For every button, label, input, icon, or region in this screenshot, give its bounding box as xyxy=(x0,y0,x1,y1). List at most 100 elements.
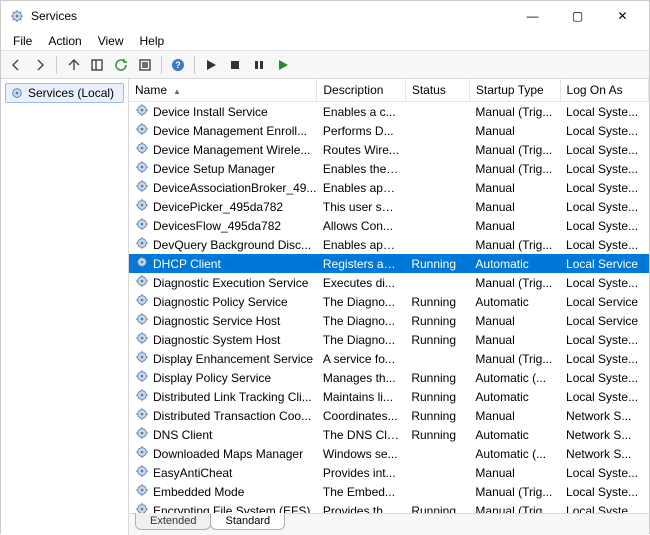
service-name-cell: Diagnostic Service Host xyxy=(129,311,317,330)
table-row[interactable]: Display Policy ServiceManages th...Runni… xyxy=(129,368,649,387)
help-icon[interactable]: ? xyxy=(167,54,189,76)
service-name-cell: Encrypting File System (EFS) xyxy=(129,501,317,513)
table-row[interactable]: Downloaded Maps ManagerWindows se...Auto… xyxy=(129,444,649,463)
service-logon-cell: Local Syste... xyxy=(560,121,648,140)
service-startup-cell: Manual (Trig... xyxy=(469,159,560,178)
service-status-cell xyxy=(405,216,469,235)
table-row[interactable]: Diagnostic System HostThe Diagno...Runni… xyxy=(129,330,649,349)
service-name-label: DevicePicker_495da782 xyxy=(153,200,283,214)
service-gear-icon xyxy=(135,274,149,291)
table-row[interactable]: Display Enhancement ServiceA service fo.… xyxy=(129,349,649,368)
col-startup[interactable]: Startup Type xyxy=(469,79,560,102)
table-row[interactable]: DevicesFlow_495da782Allows Con...ManualL… xyxy=(129,216,649,235)
table-row[interactable]: Diagnostic Execution ServiceExecutes di.… xyxy=(129,273,649,292)
menu-help[interactable]: Help xyxy=(132,32,173,50)
service-startup-cell: Manual xyxy=(469,330,560,349)
table-row[interactable]: Device Install ServiceEnables a c...Manu… xyxy=(129,102,649,122)
service-gear-icon xyxy=(135,103,149,120)
col-status[interactable]: Status xyxy=(405,79,469,102)
up-icon[interactable] xyxy=(62,54,84,76)
stop-icon[interactable] xyxy=(224,54,246,76)
tab-extended[interactable]: Extended xyxy=(135,513,211,530)
tree-root-services-local[interactable]: Services (Local) xyxy=(5,83,124,103)
title-bar: Services — ▢ ✕ xyxy=(1,1,649,31)
service-name-label: DNS Client xyxy=(153,428,212,442)
service-desc-cell: Enables the ... xyxy=(317,159,405,178)
service-desc-cell: Performs D... xyxy=(317,121,405,140)
tab-standard[interactable]: Standard xyxy=(210,513,285,530)
table-row[interactable]: Diagnostic Policy ServiceThe Diagno...Ru… xyxy=(129,292,649,311)
service-name-label: DeviceAssociationBroker_49... xyxy=(153,181,316,195)
services-list-scroll[interactable]: Name▲ Description Status Startup Type Lo… xyxy=(129,79,649,513)
service-gear-icon xyxy=(135,407,149,424)
service-name-label: Diagnostic Service Host xyxy=(153,314,280,328)
back-icon[interactable] xyxy=(5,54,27,76)
service-logon-cell: Local Syste... xyxy=(560,501,648,513)
service-name-cell: DevicePicker_495da782 xyxy=(129,197,317,216)
export-list-icon[interactable] xyxy=(134,54,156,76)
service-startup-cell: Manual xyxy=(469,406,560,425)
toolbar-separator xyxy=(161,56,162,74)
service-name-label: Embedded Mode xyxy=(153,485,244,499)
table-row[interactable]: DevicePicker_495da782This user ser...Man… xyxy=(129,197,649,216)
service-name-label: Device Install Service xyxy=(153,105,268,119)
service-desc-cell: Routes Wire... xyxy=(317,140,405,159)
service-status-cell: Running xyxy=(405,292,469,311)
service-startup-cell: Manual (Trig... xyxy=(469,482,560,501)
service-name-cell: EasyAntiCheat xyxy=(129,463,317,482)
service-startup-cell: Manual (Trig... xyxy=(469,102,560,122)
menu-bar: File Action View Help xyxy=(1,31,649,51)
table-row[interactable]: Device Setup Manager Enables the ... Manua… xyxy=(129,159,649,178)
close-button[interactable]: ✕ xyxy=(600,1,645,31)
service-startup-cell: Manual xyxy=(469,121,560,140)
table-row[interactable]: Diagnostic Service HostThe Diagno...Runn… xyxy=(129,311,649,330)
service-name-cell: DNS Client xyxy=(129,425,317,444)
show-hide-pane-icon[interactable] xyxy=(86,54,108,76)
service-name-cell: Display Policy Service xyxy=(129,368,317,387)
service-desc-cell: Allows Con... xyxy=(317,216,405,235)
service-desc-cell: Provides th... xyxy=(317,501,405,513)
svg-text:?: ? xyxy=(175,60,181,70)
col-description[interactable]: Description xyxy=(317,79,405,102)
col-name[interactable]: Name▲ xyxy=(129,79,317,102)
menu-view[interactable]: View xyxy=(90,32,132,50)
table-row[interactable]: Distributed Link Tracking Cli...Maintain… xyxy=(129,387,649,406)
service-logon-cell: Local Syste... xyxy=(560,102,648,122)
table-row[interactable]: EasyAntiCheatProvides int...ManualLocal … xyxy=(129,463,649,482)
service-desc-cell: Manages th... xyxy=(317,368,405,387)
table-row[interactable]: Distributed Transaction Coo...Coordinate… xyxy=(129,406,649,425)
content-area: Services (Local) Name▲ Description Statu… xyxy=(1,79,649,535)
menu-file[interactable]: File xyxy=(5,32,40,50)
service-status-cell: Running xyxy=(405,406,469,425)
start-icon[interactable] xyxy=(200,54,222,76)
table-row[interactable]: DeviceAssociationBroker_49...Enables app… xyxy=(129,178,649,197)
service-startup-cell: Manual xyxy=(469,463,560,482)
minimize-button[interactable]: — xyxy=(510,1,555,31)
menu-action[interactable]: Action xyxy=(40,32,89,50)
service-gear-icon xyxy=(135,160,149,177)
col-logon[interactable]: Log On As xyxy=(560,79,648,102)
table-row[interactable]: DHCP ClientRegisters an...RunningAutomat… xyxy=(129,254,649,273)
maximize-button[interactable]: ▢ xyxy=(555,1,600,31)
service-name-cell: Downloaded Maps Manager xyxy=(129,444,317,463)
service-name-label: Device Setup Manager xyxy=(153,162,275,176)
forward-icon[interactable] xyxy=(29,54,51,76)
service-logon-cell: Local Syste... xyxy=(560,197,648,216)
table-row[interactable]: DNS ClientThe DNS Cli...RunningAutomatic… xyxy=(129,425,649,444)
table-row[interactable]: Encrypting File System (EFS)Provides th.… xyxy=(129,501,649,513)
service-desc-cell: The Diagno... xyxy=(317,292,405,311)
table-row[interactable]: DevQuery Background Disc...Enables app..… xyxy=(129,235,649,254)
table-row[interactable]: Device Management Wirele...Routes Wire..… xyxy=(129,140,649,159)
service-logon-cell: Local Syste... xyxy=(560,463,648,482)
service-logon-cell: Local Syste... xyxy=(560,349,648,368)
list-pane: Name▲ Description Status Startup Type Lo… xyxy=(129,79,649,535)
window-title: Services xyxy=(31,9,77,23)
service-gear-icon xyxy=(135,217,149,234)
refresh-icon[interactable] xyxy=(110,54,132,76)
service-logon-cell: Local Syste... xyxy=(560,387,648,406)
table-row[interactable]: Device Management Enroll...Performs D...… xyxy=(129,121,649,140)
table-row[interactable]: Embedded ModeThe Embed...Manual (Trig...… xyxy=(129,482,649,501)
pause-icon[interactable] xyxy=(248,54,270,76)
restart-icon[interactable] xyxy=(272,54,294,76)
service-startup-cell: Manual (Trig... xyxy=(469,273,560,292)
